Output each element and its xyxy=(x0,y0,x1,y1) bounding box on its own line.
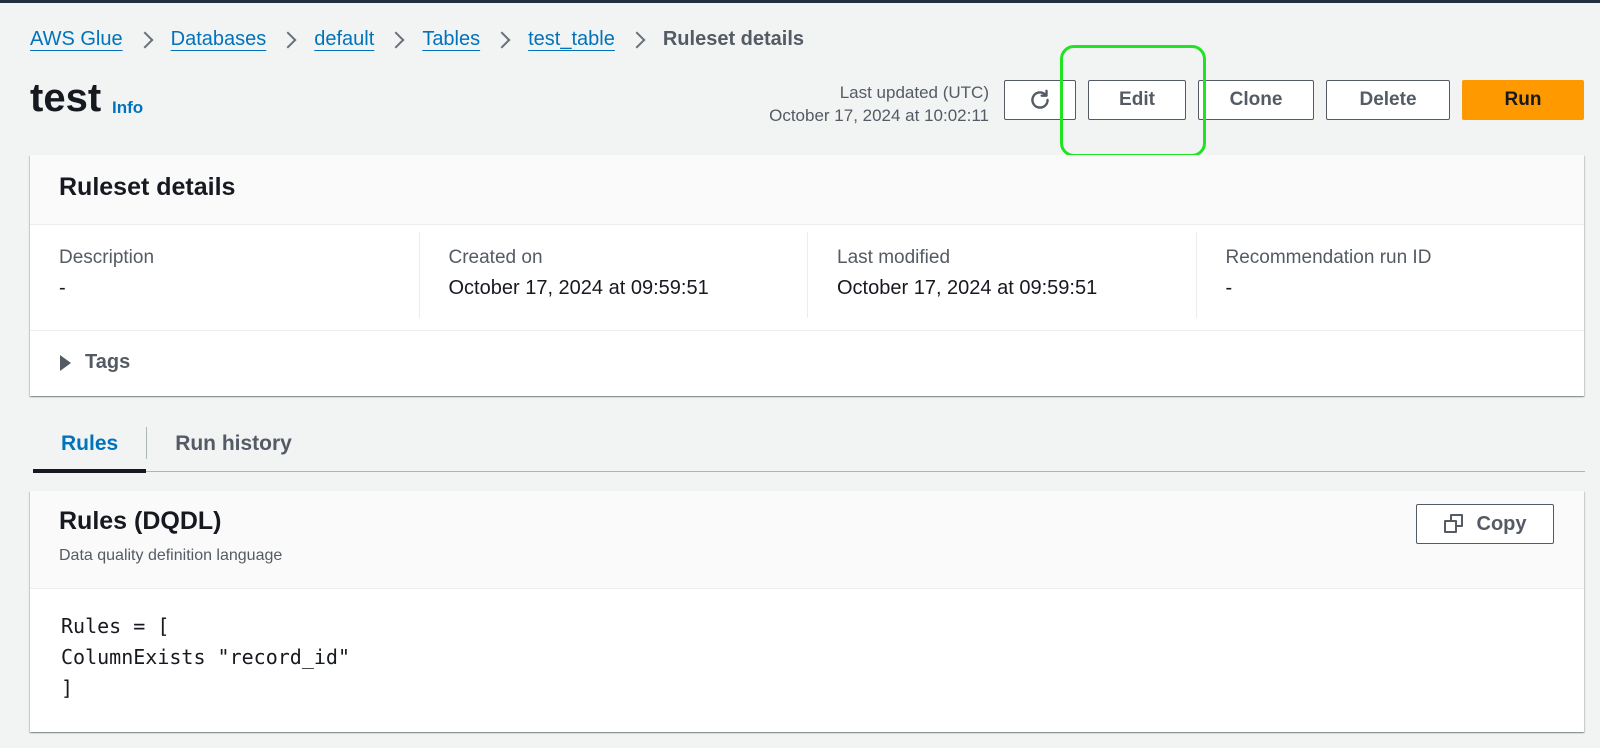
tabs: Rules Run history xyxy=(33,415,1585,473)
copy-icon xyxy=(1443,514,1464,534)
breadcrumb-default[interactable]: default xyxy=(314,28,374,51)
last-updated: Last updated (UTC) October 17, 2024 at 1… xyxy=(769,81,989,127)
field-value: - xyxy=(1225,277,1233,299)
top-border xyxy=(0,0,1600,3)
dqdl-code-block: Rules = [ ColumnExists "record_id" ] xyxy=(30,589,1584,726)
ruleset-details-title: Ruleset details xyxy=(59,173,236,201)
field-recommendation-run-id: Recommendation run ID - xyxy=(1195,232,1585,318)
page-title: test xyxy=(30,76,102,120)
field-label: Description xyxy=(59,247,155,268)
delete-button[interactable]: Delete xyxy=(1326,80,1450,120)
breadcrumb-databases[interactable]: Databases xyxy=(171,28,267,51)
copy-button[interactable]: Copy xyxy=(1416,504,1554,544)
breadcrumb-aws-glue[interactable]: AWS Glue xyxy=(30,28,123,51)
field-label: Recommendation run ID xyxy=(1225,247,1432,268)
field-created-on: Created on October 17, 2024 at 09:59:51 xyxy=(418,232,808,318)
last-updated-label: Last updated (UTC) xyxy=(839,83,989,102)
info-link[interactable]: Info xyxy=(112,98,143,118)
breadcrumb: AWS Glue Databases default Tables test_t… xyxy=(30,28,804,51)
refresh-button[interactable] xyxy=(1004,80,1076,120)
chevron-right-icon xyxy=(136,31,154,48)
ruleset-details-header: Ruleset details xyxy=(30,155,1584,225)
tags-expander[interactable]: Tags xyxy=(30,331,1584,394)
rules-header: Rules (DQDL) Data quality definition lan… xyxy=(30,491,1584,589)
caret-right-icon xyxy=(60,354,71,371)
rules-title: Rules (DQDL) xyxy=(59,507,222,535)
tab-run-history[interactable]: Run history xyxy=(147,415,320,472)
rules-description: Data quality definition language xyxy=(59,547,283,564)
code-line: ] xyxy=(61,676,74,700)
clone-button[interactable]: Clone xyxy=(1198,80,1314,120)
field-value: - xyxy=(59,277,66,299)
run-button[interactable]: Run xyxy=(1462,80,1584,120)
field-description: Description - xyxy=(30,232,419,318)
field-last-modified: Last modified October 17, 2024 at 09:59:… xyxy=(807,232,1196,318)
chevron-right-icon xyxy=(387,31,405,48)
field-label: Created on xyxy=(448,247,543,268)
details-fields: Description - Created on October 17, 202… xyxy=(30,225,1584,331)
tab-rules[interactable]: Rules xyxy=(33,415,147,473)
ruleset-details-card: Ruleset details Description - Created on… xyxy=(30,155,1584,396)
edit-button[interactable]: Edit xyxy=(1088,80,1186,120)
breadcrumb-current: Ruleset details xyxy=(662,28,805,50)
code-line: ColumnExists "record_id" xyxy=(61,645,350,669)
last-updated-value: October 17, 2024 at 10:02:11 xyxy=(769,106,989,125)
copy-label: Copy xyxy=(1476,512,1527,535)
breadcrumb-test-table[interactable]: test_table xyxy=(528,28,615,51)
field-label: Last modified xyxy=(837,247,951,268)
field-value: October 17, 2024 at 09:59:51 xyxy=(448,277,709,299)
breadcrumb-tables[interactable]: Tables xyxy=(422,28,480,51)
tags-label: Tags xyxy=(85,351,131,373)
chevron-right-icon xyxy=(493,31,511,48)
field-value: October 17, 2024 at 09:59:51 xyxy=(837,277,1098,299)
chevron-right-icon xyxy=(628,31,646,48)
chevron-right-icon xyxy=(279,31,297,48)
code-line: Rules = [ xyxy=(61,614,170,638)
refresh-icon xyxy=(1031,89,1049,109)
rules-card: Rules (DQDL) Data quality definition lan… xyxy=(30,491,1584,732)
